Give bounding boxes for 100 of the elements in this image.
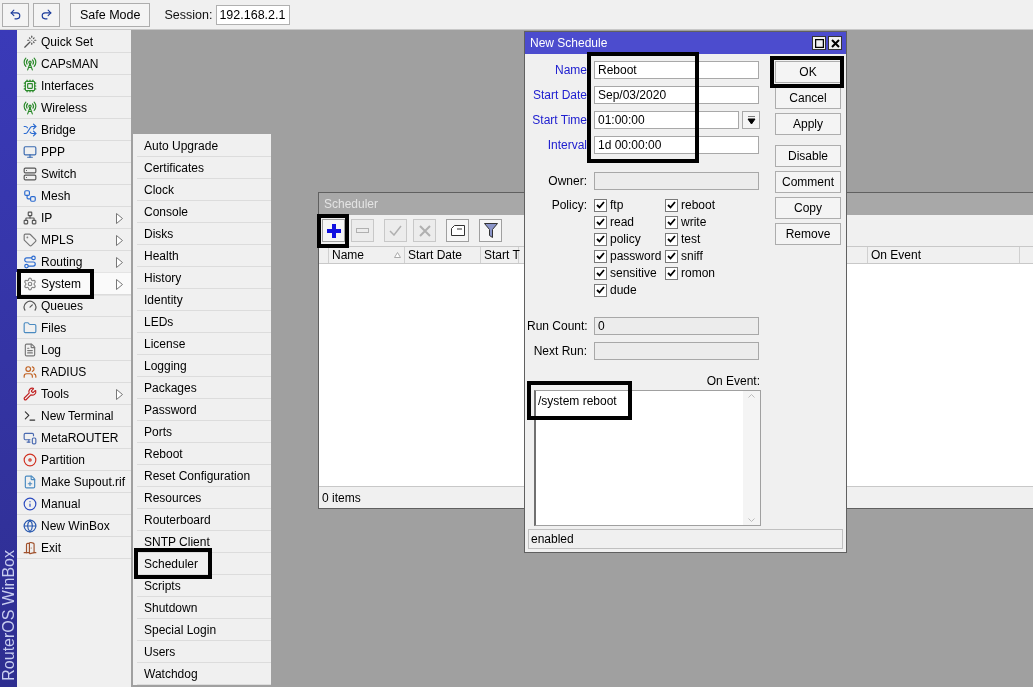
checkbox-label: dude bbox=[610, 283, 637, 297]
column-header[interactable]: Name bbox=[329, 247, 405, 263]
dialog-button[interactable]: Remove bbox=[775, 223, 841, 245]
product-title: RouterOS WinBox bbox=[0, 550, 18, 681]
checkbox[interactable] bbox=[665, 198, 678, 212]
wrench-icon bbox=[23, 386, 37, 401]
submenu-item[interactable]: Clock bbox=[137, 179, 271, 201]
door-icon bbox=[23, 540, 37, 555]
submenu-item[interactable]: Ports bbox=[137, 421, 271, 443]
submenu-item[interactable]: Users bbox=[137, 641, 271, 663]
safe-mode-button[interactable]: Safe Mode bbox=[70, 2, 151, 27]
input-field[interactable]: Reboot bbox=[594, 61, 759, 79]
submenu-item[interactable]: Logging bbox=[137, 355, 271, 377]
script-text-area[interactable]: /system reboot bbox=[534, 390, 761, 526]
scroll-down-icon bbox=[748, 518, 755, 522]
submenu-item[interactable]: Watchdog bbox=[137, 663, 271, 685]
dialog-button[interactable]: Comment bbox=[775, 171, 841, 193]
field-label: Start Time bbox=[531, 113, 587, 127]
nodes-icon bbox=[23, 188, 37, 203]
submenu-item[interactable]: Reset Configuration bbox=[137, 465, 271, 487]
submenu-item[interactable]: Health bbox=[137, 245, 271, 267]
checkbox[interactable] bbox=[594, 266, 607, 280]
checkbox-label: write bbox=[681, 215, 707, 229]
comment-button[interactable] bbox=[446, 219, 469, 242]
checkbox[interactable] bbox=[594, 232, 607, 246]
checkbox-label: test bbox=[681, 232, 701, 246]
session-label: Session: bbox=[164, 7, 213, 22]
submenu-item[interactable]: Reboot bbox=[137, 443, 271, 465]
session-field[interactable]: 192.168.2.1 bbox=[216, 4, 291, 25]
checkbox[interactable] bbox=[594, 215, 607, 229]
computers-icon bbox=[23, 430, 37, 445]
add-button[interactable] bbox=[322, 219, 345, 242]
maximize-button[interactable] bbox=[812, 36, 826, 50]
column-header[interactable]: Start Date bbox=[405, 247, 481, 263]
cross-icon bbox=[418, 224, 431, 237]
submenu-item[interactable]: Resources bbox=[137, 487, 271, 509]
menu-item[interactable]: Tools bbox=[17, 383, 131, 405]
submenu-item[interactable]: Password bbox=[137, 399, 271, 421]
filter-button[interactable] bbox=[479, 219, 502, 242]
submenu-item[interactable]: Routerboard bbox=[137, 509, 271, 531]
antenna-icon bbox=[23, 56, 37, 71]
submenu-item[interactable]: Certificates bbox=[137, 157, 271, 179]
checkbox[interactable] bbox=[594, 249, 607, 263]
users-icon bbox=[23, 364, 37, 379]
checkbox[interactable] bbox=[665, 232, 678, 246]
close-button[interactable] bbox=[828, 36, 842, 50]
submenu-item[interactable]: License bbox=[137, 333, 271, 355]
submenu-item[interactable]: LEDs bbox=[137, 311, 271, 333]
dialog-button[interactable]: OK bbox=[775, 61, 841, 83]
redo-button[interactable] bbox=[33, 2, 60, 27]
submenu-item[interactable]: Shutdown bbox=[137, 597, 271, 619]
submenu-item[interactable]: Packages bbox=[137, 377, 271, 399]
dropdown-arrow-icon bbox=[746, 115, 756, 125]
undo-button[interactable] bbox=[2, 2, 29, 27]
dialog-button[interactable]: Disable bbox=[775, 145, 841, 167]
gear-icon bbox=[23, 276, 37, 291]
input-field[interactable]: 1d 00:00:00 bbox=[594, 136, 759, 154]
field-label: Run Count: bbox=[527, 319, 587, 333]
dialog-button[interactable]: Apply bbox=[775, 113, 841, 135]
input-field[interactable]: Sep/03/2020 bbox=[594, 86, 759, 104]
field-label: Policy: bbox=[550, 198, 587, 214]
submenu-arrow-icon bbox=[116, 213, 123, 224]
checkbox[interactable] bbox=[594, 283, 607, 297]
file-icon bbox=[23, 474, 37, 489]
check-icon bbox=[389, 225, 402, 236]
checkbox-label: password bbox=[610, 249, 662, 263]
field-label: Start Date bbox=[531, 88, 587, 102]
menu-item[interactable]: IP bbox=[17, 207, 131, 229]
submenu-item[interactable]: Disks bbox=[137, 223, 271, 245]
field-label: On Event: bbox=[706, 374, 760, 388]
column-header[interactable]: Start T bbox=[481, 247, 519, 263]
script-text: /system reboot bbox=[538, 394, 617, 408]
submenu-item[interactable]: Special Login bbox=[137, 619, 271, 641]
dropdown-button[interactable] bbox=[742, 111, 760, 129]
submenu-item[interactable]: Console bbox=[137, 201, 271, 223]
document-icon bbox=[23, 342, 37, 357]
menu-item[interactable]: MPLS bbox=[17, 229, 131, 251]
submenu-item[interactable]: Identity bbox=[137, 289, 271, 311]
chip-icon bbox=[23, 78, 37, 93]
checkbox[interactable] bbox=[665, 249, 678, 263]
column-header[interactable]: On Event bbox=[868, 247, 1020, 263]
dialog-button[interactable]: Copy bbox=[775, 197, 841, 219]
globe-icon bbox=[23, 518, 37, 533]
submenu-item[interactable]: SNTP Client bbox=[137, 531, 271, 553]
submenu-item[interactable]: Scheduler bbox=[137, 553, 271, 575]
checkbox[interactable] bbox=[594, 198, 607, 212]
submenu-item[interactable]: Scripts bbox=[137, 575, 271, 597]
dialog-button[interactable]: Cancel bbox=[775, 87, 841, 109]
checkbox[interactable] bbox=[665, 266, 678, 280]
input-field[interactable]: 01:00:00 bbox=[594, 111, 739, 129]
terminal-icon bbox=[23, 408, 37, 423]
checkbox-label: policy bbox=[610, 232, 641, 246]
menu-item[interactable]: New WinBox bbox=[17, 515, 131, 537]
submenu-item[interactable]: Auto Upgrade bbox=[137, 135, 271, 157]
item-count: 0 items bbox=[322, 490, 361, 505]
folder-icon bbox=[23, 320, 37, 335]
submenu-item[interactable]: History bbox=[137, 267, 271, 289]
undo-icon bbox=[9, 8, 22, 21]
field-label: Interval bbox=[546, 138, 587, 152]
checkbox[interactable] bbox=[665, 215, 678, 229]
